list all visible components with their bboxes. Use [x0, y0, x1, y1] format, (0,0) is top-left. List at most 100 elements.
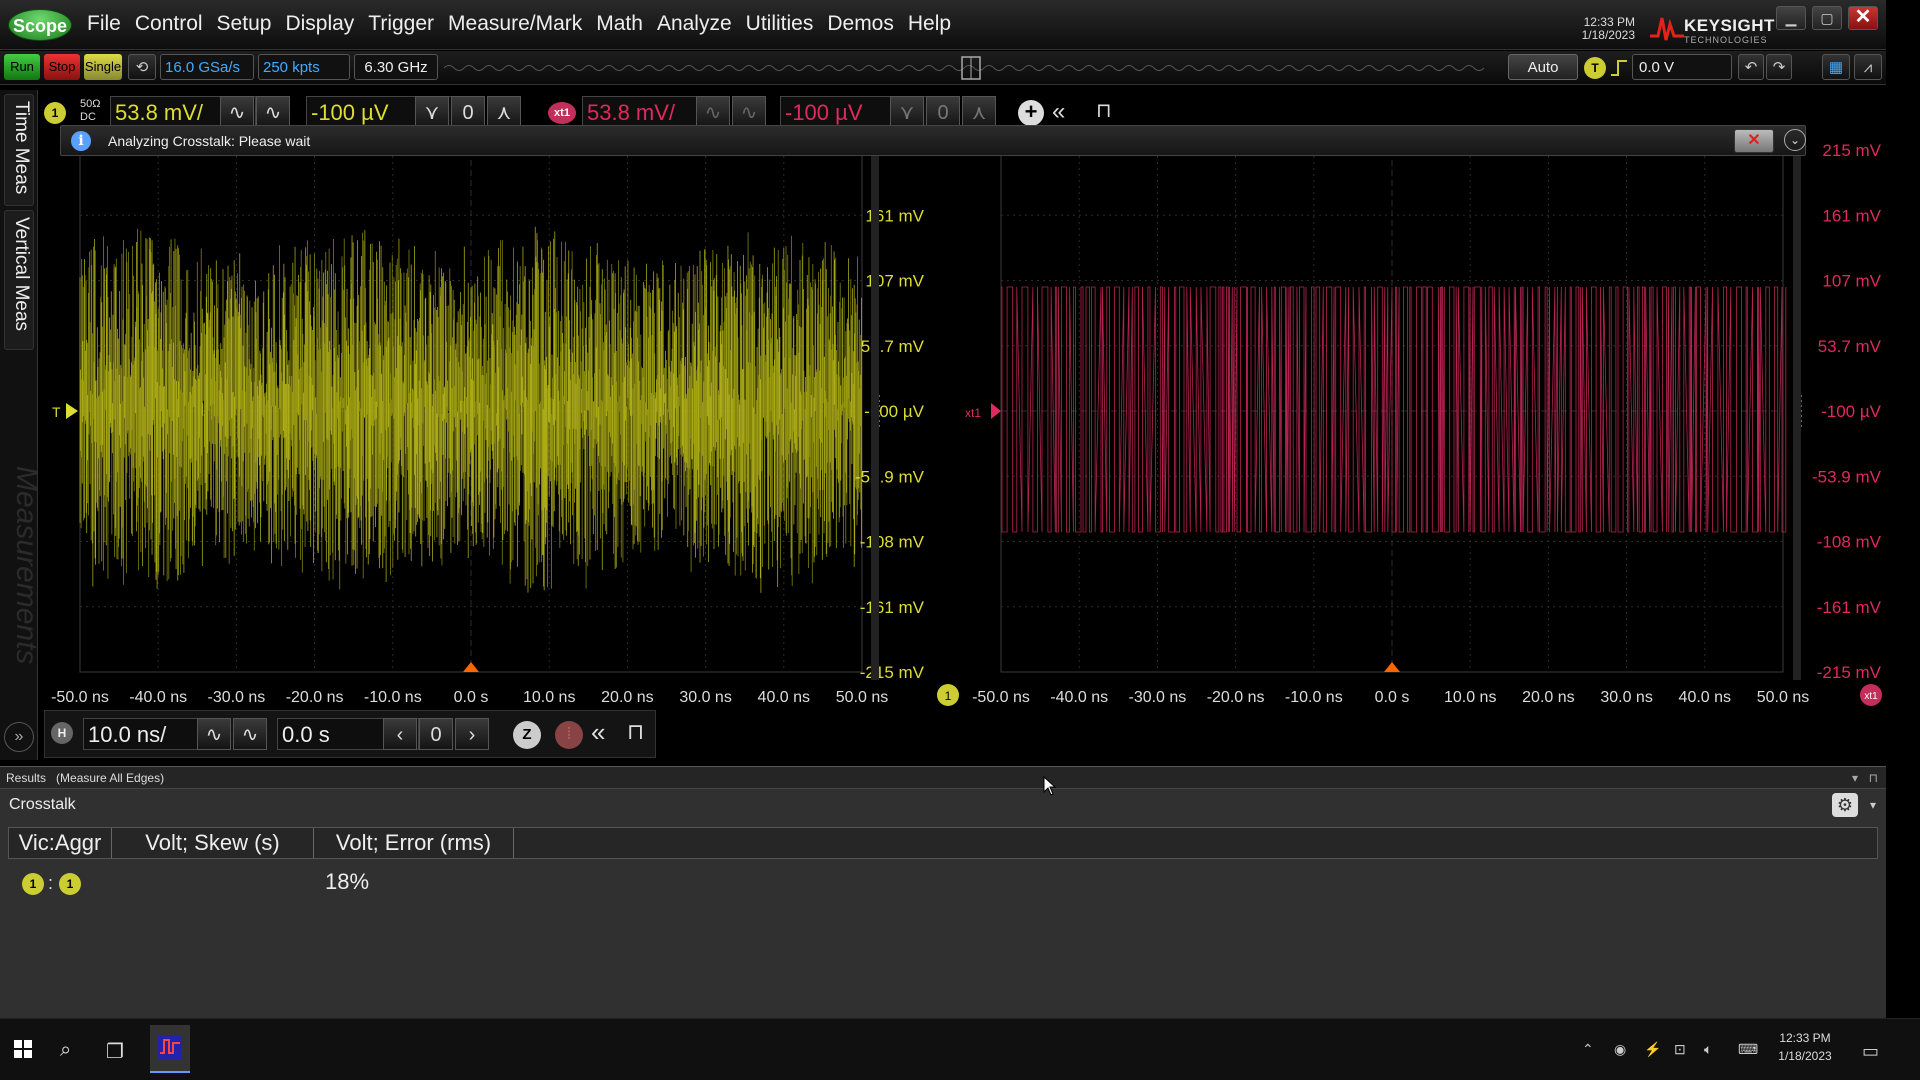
xt1-axis-badge-label: xt1 — [1864, 691, 1878, 702]
results-dropdown-icon[interactable]: ▾ — [1852, 767, 1858, 789]
xt1-time-marker[interactable] — [1384, 662, 1400, 672]
zoom-icon[interactable]: Z — [513, 721, 541, 749]
horizontal-position-right-button[interactable]: › — [455, 718, 489, 750]
search-icon[interactable]: ⌕ — [60, 1039, 71, 1062]
taskbar-clock[interactable]: 12:33 PM 1/18/2023 — [1770, 1029, 1840, 1065]
y-tick-label: 161 mV — [1822, 206, 1881, 225]
horizontal-position-left-button[interactable]: ‹ — [383, 718, 417, 750]
xt1-trace — [1001, 286, 1787, 533]
channel-1-ground-marker[interactable] — [66, 403, 78, 419]
collapse-horizontal-icon[interactable]: « — [591, 717, 605, 748]
windows-start-icon[interactable] — [14, 1040, 32, 1058]
crosstalk-title: Crosstalk — [9, 796, 76, 813]
error-rms-value: 18% — [325, 869, 370, 894]
segment-icon[interactable]: ⦙ — [555, 721, 583, 749]
taskbar-time: 12:33 PM — [1779, 1031, 1831, 1045]
vic-aggr-separator: : — [48, 873, 54, 893]
horizontal-scale-field[interactable]: 10.0 ns/ — [83, 718, 207, 750]
x-tick-label: -20.0 ns — [1207, 689, 1265, 706]
horizontal-controls: H 10.0 ns/ ∿ ∿ 0.0 s ‹ 0 › Z ⦙ « ⊓ — [44, 710, 656, 758]
banner-message: Analyzing Crosstalk: Please wait — [108, 133, 311, 149]
xt1-marker-label: xt1 — [965, 406, 981, 420]
crosstalk-section: Crosstalk ⚙ ▾ — [0, 790, 1886, 820]
x-tick-label: -20.0 ns — [286, 689, 344, 706]
x-tick-label: -30.0 ns — [1128, 689, 1186, 706]
y-tick-label: -161 mV — [860, 598, 925, 617]
taskbar-date: 1/18/2023 — [1778, 1049, 1832, 1063]
right-axis-labels: 215 mV 161 mV 107 mV 53.7 mV -100 µV -53.9 mV… — [972, 141, 1882, 706]
y-tick-label: 53.7 mV — [861, 337, 925, 356]
column-volt-error[interactable]: Volt; Error (rms) — [314, 828, 514, 858]
y-tick-label: -215 mV — [860, 663, 925, 682]
trigger-time-marker[interactable] — [463, 662, 479, 672]
results-pin-icon[interactable]: ⊓ — [1869, 767, 1878, 789]
x-tick-label: 40.0 ns — [1679, 689, 1731, 706]
screen: { "app": { "logo": "Scope", "menu": ["Fi… — [0, 0, 1920, 1080]
y-tick-label: -161 mV — [1817, 598, 1882, 617]
xt1-waveform — [1001, 286, 1787, 533]
mouse-cursor-icon — [1043, 776, 1057, 796]
banner-close-button[interactable]: ✕ — [1734, 129, 1774, 153]
horizontal-scale-down-button[interactable]: ∿ — [197, 718, 231, 750]
tray-app-icon[interactable]: ◉ — [1614, 1041, 1626, 1058]
info-icon: i — [71, 131, 91, 151]
x-tick-label: -40.0 ns — [1050, 689, 1108, 706]
y-tick-label: -215 mV — [1817, 663, 1882, 682]
x-tick-label: 30.0 ns — [1600, 689, 1652, 706]
tray-keyboard-icon[interactable]: ⌨ — [1738, 1041, 1758, 1058]
x-tick-label: 10.0 ns — [1444, 689, 1496, 706]
y-tick-label: -100 µV — [1821, 402, 1882, 421]
x-tick-label: -50.0 ns — [51, 689, 109, 706]
horizontal-pin-icon[interactable]: ⊓ — [627, 719, 644, 745]
y-tick-label: 107 mV — [1822, 272, 1881, 291]
notifications-icon[interactable]: ▭ — [1862, 1041, 1879, 1062]
banner-expand-icon[interactable]: ⌄ — [1784, 129, 1806, 151]
horizontal-scale-up-button[interactable]: ∿ — [233, 718, 267, 750]
x-tick-label: -40.0 ns — [129, 689, 187, 706]
status-banner: i Analyzing Crosstalk: Please wait ✕ ⌄ — [60, 125, 1806, 156]
column-volt-skew[interactable]: Volt; Skew (s) — [112, 828, 314, 858]
y-tick-label: -108 mV — [860, 533, 925, 552]
xt1-ground-marker[interactable] — [991, 403, 1001, 419]
x-tick-label: -10.0 ns — [1285, 689, 1343, 706]
table-row[interactable]: 1 : 1 18% — [8, 863, 808, 903]
horizontal-position-zero-button[interactable]: 0 — [419, 718, 453, 750]
y-tick-label: -108 mV — [1817, 533, 1882, 552]
x-tick-label: 40.0 ns — [758, 689, 810, 706]
settings-chevron-down-icon[interactable]: ▾ — [1870, 790, 1876, 820]
windows-taskbar: ⌕ ❐ ⌃ ◉ ⚡ ⊡ 🔈︎ ⌨ 12:33 PM 1/18/2023 ▭ — [0, 1018, 1920, 1080]
x-tick-label: 20.0 ns — [1522, 689, 1574, 706]
task-view-icon[interactable]: ❐ — [106, 1039, 124, 1064]
x-tick-label: -10.0 ns — [364, 689, 422, 706]
channel-1-axis-badge-label: 1 — [945, 689, 952, 703]
x-tick-label: 50.0 ns — [1757, 689, 1809, 706]
x-tick-label: 10.0 ns — [523, 689, 575, 706]
x-tick-label: 30.0 ns — [679, 689, 731, 706]
results-header: Results (Measure All Edges) ▾ ⊓ — [0, 767, 1886, 789]
x-tick-label: -30.0 ns — [207, 689, 265, 706]
scope-app-icon — [158, 1035, 182, 1059]
tray-volume-icon[interactable]: 🔈︎ — [1704, 1041, 1712, 1058]
x-tick-label: -50.0 ns — [972, 689, 1030, 706]
settings-gear-icon[interactable]: ⚙ — [1832, 793, 1858, 817]
tray-network-icon[interactable]: ⊡ — [1674, 1041, 1686, 1058]
victim-channel-badge: 1 — [22, 873, 44, 895]
horizontal-badge[interactable]: H — [51, 722, 73, 744]
x-tick-label: 50.0 ns — [836, 689, 888, 706]
results-title: Results — [6, 771, 47, 785]
y-tick-label: -53.9 mV — [1812, 467, 1882, 486]
results-panel: Results (Measure All Edges) ▾ ⊓ Crosstal… — [0, 766, 1886, 1018]
x-tick-label: 0.0 s — [1375, 689, 1410, 706]
trigger-level-marker-label: T — [52, 404, 61, 420]
tray-overflow-icon[interactable]: ⌃ — [1582, 1041, 1594, 1058]
tray-keysight-icon[interactable]: ⚡ — [1644, 1041, 1661, 1058]
column-vic-aggr[interactable]: Vic:Aggr — [9, 828, 112, 858]
y-tick-label: -53.9 mV — [855, 467, 925, 486]
results-table-header: Vic:Aggr Volt; Skew (s) Volt; Error (rms… — [8, 827, 1878, 859]
x-tick-label: 0.0 s — [454, 689, 489, 706]
scope-app-taskbar-button[interactable] — [150, 1025, 190, 1073]
x-tick-label: 20.0 ns — [601, 689, 653, 706]
y-tick-label: 53.7 mV — [1818, 337, 1882, 356]
results-subtitle: (Measure All Edges) — [56, 771, 165, 785]
waveform-display[interactable]: 215 mV 161 mV 107 mV 53.7 mV -100 µV -53.9 mV… — [0, 0, 1920, 760]
